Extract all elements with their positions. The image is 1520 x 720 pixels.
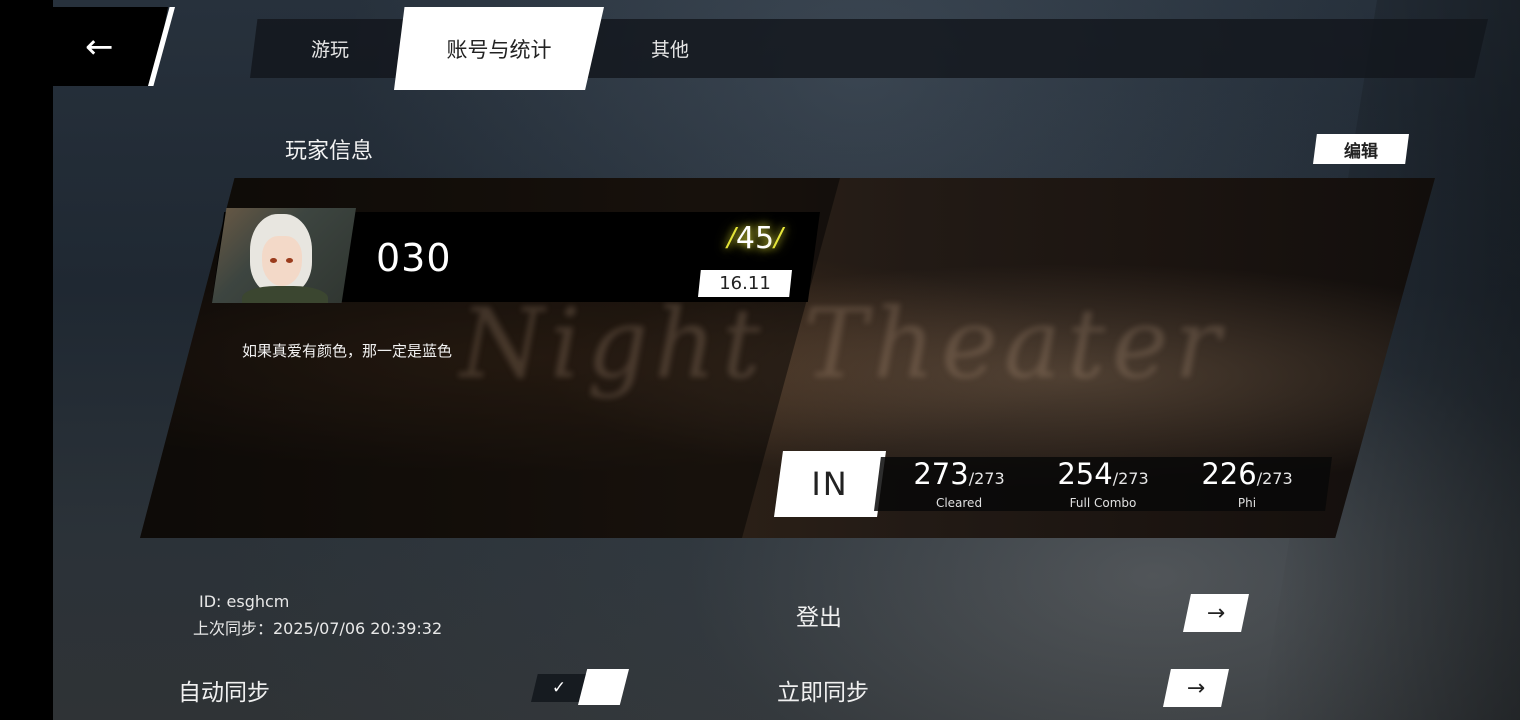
- tab-play[interactable]: 游玩: [270, 19, 390, 78]
- rks-value: 16.11: [698, 270, 792, 297]
- difficulty-badge[interactable]: IN: [774, 451, 886, 517]
- arrow-right-icon: →: [1186, 675, 1206, 701]
- arrow-right-icon: →: [1206, 600, 1226, 626]
- player-level: /45/: [727, 220, 783, 256]
- account-id: ID: esghcm: [199, 592, 290, 611]
- auto-sync-toggle[interactable]: ✓: [531, 669, 629, 705]
- arrow-left-icon: ←: [85, 26, 114, 67]
- player-name: 030: [376, 236, 452, 280]
- section-title: 玩家信息: [285, 139, 374, 164]
- edit-button[interactable]: 编辑: [1313, 134, 1409, 164]
- stat-cleared: 273/273 Cleared: [913, 457, 1005, 510]
- level-value: 45: [735, 220, 775, 256]
- auto-sync-label: 自动同步: [178, 680, 270, 706]
- back-button[interactable]: ←: [53, 7, 168, 86]
- check-icon: ✓: [551, 678, 567, 698]
- player-motto: 如果真爱有颜色，那一定是蓝色: [242, 342, 453, 360]
- last-sync-time: 上次同步：2025/07/06 20:39:32: [193, 619, 443, 638]
- tab-account-stats[interactable]: 账号与统计: [394, 7, 604, 90]
- card-background-art: Night Theater: [460, 288, 1227, 400]
- logout-label: 登出: [796, 605, 842, 631]
- sync-now-label: 立即同步: [777, 680, 869, 706]
- avatar[interactable]: [212, 208, 356, 303]
- stat-full-combo: 254/273 Full Combo: [1057, 457, 1149, 510]
- tab-other[interactable]: 其他: [610, 19, 730, 78]
- stat-phi: 226/273 Phi: [1201, 457, 1293, 510]
- sync-now-button[interactable]: →: [1163, 669, 1229, 707]
- logout-button[interactable]: →: [1183, 594, 1249, 632]
